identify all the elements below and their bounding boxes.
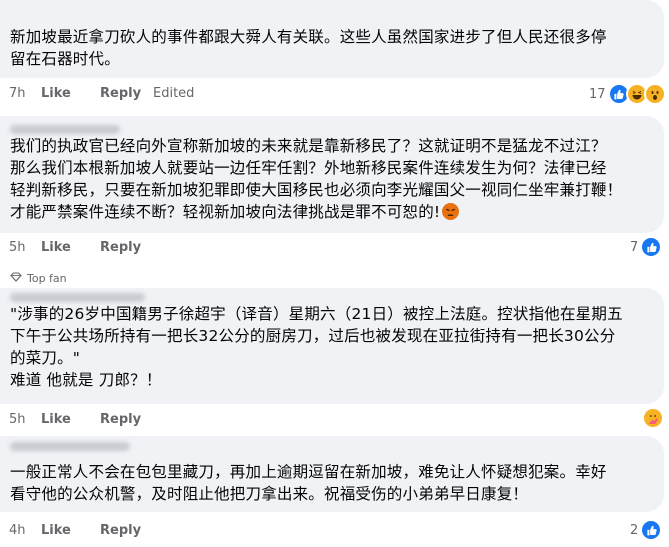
like-button[interactable]: Like bbox=[41, 523, 100, 538]
author-name-redacted bbox=[10, 442, 130, 451]
care-icon bbox=[642, 407, 664, 429]
reaction-summary[interactable]: 17 bbox=[589, 83, 666, 105]
comment-time[interactable]: 5h bbox=[9, 412, 41, 427]
author-name-redacted bbox=[10, 293, 145, 302]
comment-bubble: 我们的执政官已经向外宣称新加坡的未来就是靠新移民了？这就证明不是猛龙不过江？ 那… bbox=[0, 116, 664, 233]
comment-actions: 7h Like Reply Edited bbox=[9, 86, 194, 101]
comment-text: "涉事的26岁中国籍男子徐超宇（译音）星期六（21日）被控上法庭。控状指他在星期… bbox=[10, 305, 623, 389]
top-fan-badge: Top fan bbox=[10, 272, 67, 285]
reaction-count: 2 bbox=[630, 522, 639, 538]
reply-button[interactable]: Reply bbox=[100, 412, 153, 427]
like-button[interactable]: Like bbox=[41, 240, 100, 255]
comment-actions: 5h Like Reply bbox=[9, 240, 153, 255]
like-icon bbox=[640, 519, 663, 541]
reply-button[interactable]: Reply bbox=[100, 240, 153, 255]
edited-label[interactable]: Edited bbox=[153, 86, 194, 101]
comment-bubble: 新加坡最近拿刀砍人的事件都跟大舜人有关联。这些人虽然国家进步了但人民还很多停 留… bbox=[0, 0, 664, 78]
reaction-count: 7 bbox=[630, 239, 639, 255]
reaction-summary[interactable]: 7 bbox=[630, 236, 663, 258]
wow-icon bbox=[643, 83, 666, 105]
comment-actions: 4h Like Reply bbox=[9, 523, 153, 538]
angry-emoji-icon bbox=[442, 203, 460, 226]
like-icon bbox=[640, 236, 663, 258]
reply-button[interactable]: Reply bbox=[100, 86, 153, 101]
comment-bubble: "涉事的26岁中国籍男子徐超宇（译音）星期六（21日）被控上法庭。控状指他在星期… bbox=[0, 288, 664, 404]
top-fan-label: Top fan bbox=[27, 272, 67, 285]
reaction-summary[interactable]: 2 bbox=[630, 519, 663, 541]
comment-bubble: 一般正常人不会在包包里藏刀，再加上逾期逗留在新加坡，难免让人怀疑想犯案。幸好 看… bbox=[0, 436, 664, 512]
reply-button[interactable]: Reply bbox=[100, 523, 153, 538]
like-button[interactable]: Like bbox=[41, 412, 100, 427]
comment-text-body: 我们的执政官已经向外宣称新加坡的未来就是靠新移民了？这就证明不是猛龙不过江？ 那… bbox=[10, 137, 623, 221]
reaction-summary[interactable] bbox=[642, 407, 664, 429]
reaction-count: 17 bbox=[589, 86, 606, 102]
author-name-redacted bbox=[10, 125, 120, 134]
like-button[interactable]: Like bbox=[41, 86, 100, 101]
comment-time[interactable]: 4h bbox=[9, 523, 41, 538]
comment-time[interactable]: 7h bbox=[9, 86, 41, 101]
diamond-icon bbox=[10, 272, 22, 285]
comment-text: 新加坡最近拿刀砍人的事件都跟大舜人有关联。这些人虽然国家进步了但人民还很多停 留… bbox=[10, 28, 607, 68]
comment-time[interactable]: 5h bbox=[9, 240, 41, 255]
comment-actions: 5h Like Reply bbox=[9, 412, 153, 427]
